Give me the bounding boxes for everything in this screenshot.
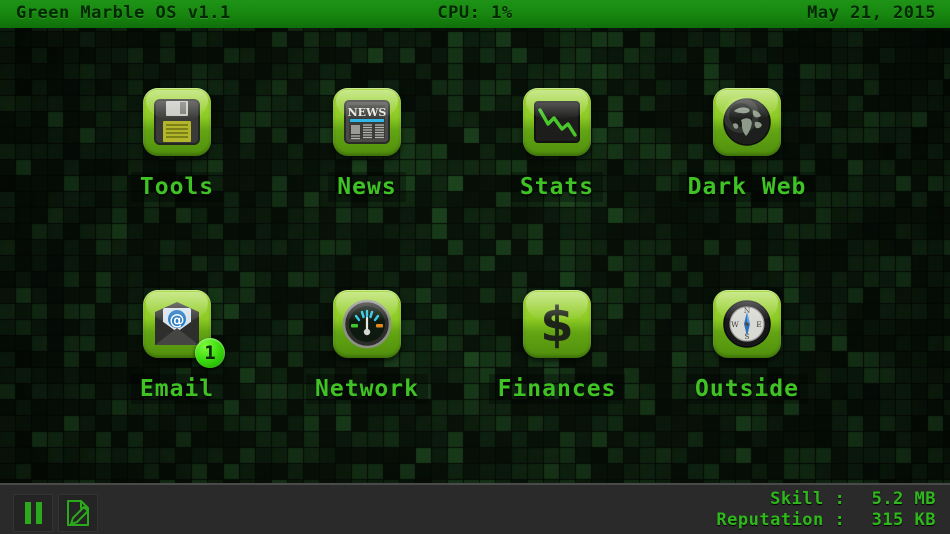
floppy-disk-icon	[154, 99, 200, 145]
bottom-status-bar: Skill : 5.2 MB Reputation : 315 KB	[0, 483, 950, 534]
reputation-value: 315 KB	[871, 510, 936, 530]
svg-text:$: $	[540, 297, 573, 351]
gauge-icon	[342, 299, 392, 349]
tile-wrap-finances: $	[523, 290, 591, 358]
email-unread-badge: 1	[195, 338, 225, 368]
player-stats: Skill : 5.2 MB Reputation : 315 KB	[716, 489, 936, 531]
desktop-icon-finances[interactable]: $ Finances	[462, 290, 652, 430]
desktop-icon-tools[interactable]: Tools	[82, 88, 272, 228]
date-label: May 21, 2015	[807, 3, 936, 23]
tile-news[interactable]: NEWS	[333, 88, 401, 156]
tile-network[interactable]	[333, 290, 401, 358]
desktop-icon-label-news: News	[328, 172, 406, 202]
note-edit-icon	[67, 500, 89, 526]
svg-text:@: @	[170, 311, 185, 329]
svg-text:E: E	[756, 320, 761, 329]
desktop-icon-dark-web[interactable]: Dark Web	[652, 88, 842, 228]
desktop-icon-news[interactable]: NEWS News	[272, 88, 462, 228]
desktop-icon-label-email: Email	[130, 374, 224, 404]
desktop-icon-network[interactable]: Network	[272, 290, 462, 430]
pause-button[interactable]	[13, 494, 53, 532]
svg-text:W: W	[731, 320, 739, 329]
desktop-icon-grid: Tools NEWS News Stats Dark Web @ 1 Email…	[0, 28, 950, 483]
line-chart-icon	[534, 101, 580, 143]
tile-wrap-outside: N S E W	[713, 290, 781, 358]
tile-tools[interactable]	[143, 88, 211, 156]
desktop-icon-label-tools: Tools	[130, 172, 224, 202]
compass-icon: N S E W	[723, 300, 771, 348]
tile-wrap-tools	[143, 88, 211, 156]
skill-value: 5.2 MB	[871, 489, 936, 509]
os-title: Green Marble OS v1.1	[16, 3, 231, 23]
reputation-label: Reputation :	[716, 510, 846, 530]
cpu-usage-label: CPU: 1%	[437, 3, 513, 23]
desktop-icon-label-outside: Outside	[686, 374, 808, 404]
svg-text:NEWS: NEWS	[348, 106, 387, 119]
desktop-icon-label-network: Network	[306, 374, 428, 404]
notes-button[interactable]	[58, 494, 98, 532]
dollar-sign-icon: $	[540, 297, 573, 351]
tile-wrap-stats	[523, 88, 591, 156]
tile-wrap-email: @ 1	[143, 290, 225, 368]
tile-wrap-network	[333, 290, 401, 358]
envelope-at-icon: @	[155, 302, 199, 345]
globe-icon	[723, 97, 771, 146]
desktop-icon-stats[interactable]: Stats	[462, 88, 652, 228]
skill-label: Skill :	[770, 489, 846, 509]
tile-dark-web[interactable]	[713, 88, 781, 156]
desktop-icon-outside[interactable]: N S E W Outside	[652, 290, 842, 430]
tile-stats[interactable]	[523, 88, 591, 156]
desktop-icon-label-dark-web: Dark Web	[678, 172, 816, 202]
tile-finances[interactable]: $	[523, 290, 591, 358]
skill-row: Skill : 5.2 MB	[716, 489, 936, 510]
reputation-row: Reputation : 315 KB	[716, 510, 936, 531]
pause-icon	[24, 502, 42, 524]
tile-wrap-dark-web	[713, 88, 781, 156]
desktop-icon-email[interactable]: @ 1 Email	[82, 290, 272, 430]
desktop-icon-label-stats: Stats	[510, 172, 604, 202]
tile-wrap-news: NEWS	[333, 88, 401, 156]
top-status-bar: Green Marble OS v1.1 CPU: 1% May 21, 201…	[0, 0, 950, 28]
newspaper-icon: NEWS	[344, 100, 390, 144]
desktop-icon-label-finances: Finances	[488, 374, 626, 404]
tile-outside[interactable]: N S E W	[713, 290, 781, 358]
game-screen: Green Marble OS v1.1 CPU: 1% May 21, 201…	[0, 0, 950, 534]
